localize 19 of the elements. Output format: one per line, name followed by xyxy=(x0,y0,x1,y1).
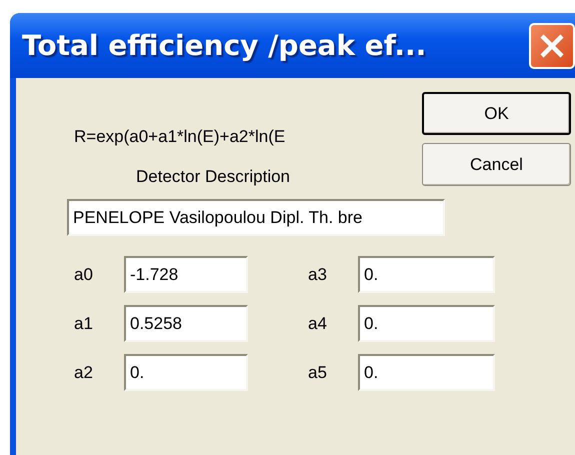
description-field[interactable]: PENELOPE Vasilopoulou Dipl. Th. bre xyxy=(67,199,445,236)
dialog-button[interactable]: Cancel xyxy=(422,143,571,186)
formula-text: R=exp(a0+a1*ln(E)+a2*ln(E xyxy=(74,126,286,148)
coefficient-label: a2 xyxy=(74,362,94,384)
coefficient-label: a5 xyxy=(308,362,328,384)
coefficient-field[interactable]: 0. xyxy=(358,305,495,342)
coefficient-field[interactable]: 0. xyxy=(358,256,495,293)
coefficient-field[interactable]: 0. xyxy=(358,354,495,391)
coefficient-label: a0 xyxy=(74,264,94,286)
coefficient-field[interactable]: 0.5258 xyxy=(124,305,248,342)
field-label: Detector Description xyxy=(136,166,292,188)
coefficient-field[interactable]: 0. xyxy=(124,354,248,391)
coefficient-label: a3 xyxy=(308,264,328,286)
coefficient-label: a1 xyxy=(74,312,94,335)
dialog-button[interactable]: OK xyxy=(422,92,571,135)
coefficient-label: a4 xyxy=(308,312,328,335)
close-button[interactable] xyxy=(529,22,575,68)
coefficient-field[interactable]: -1.728 xyxy=(124,256,248,293)
window-title: Total efficiency /peak ef... xyxy=(22,28,426,64)
